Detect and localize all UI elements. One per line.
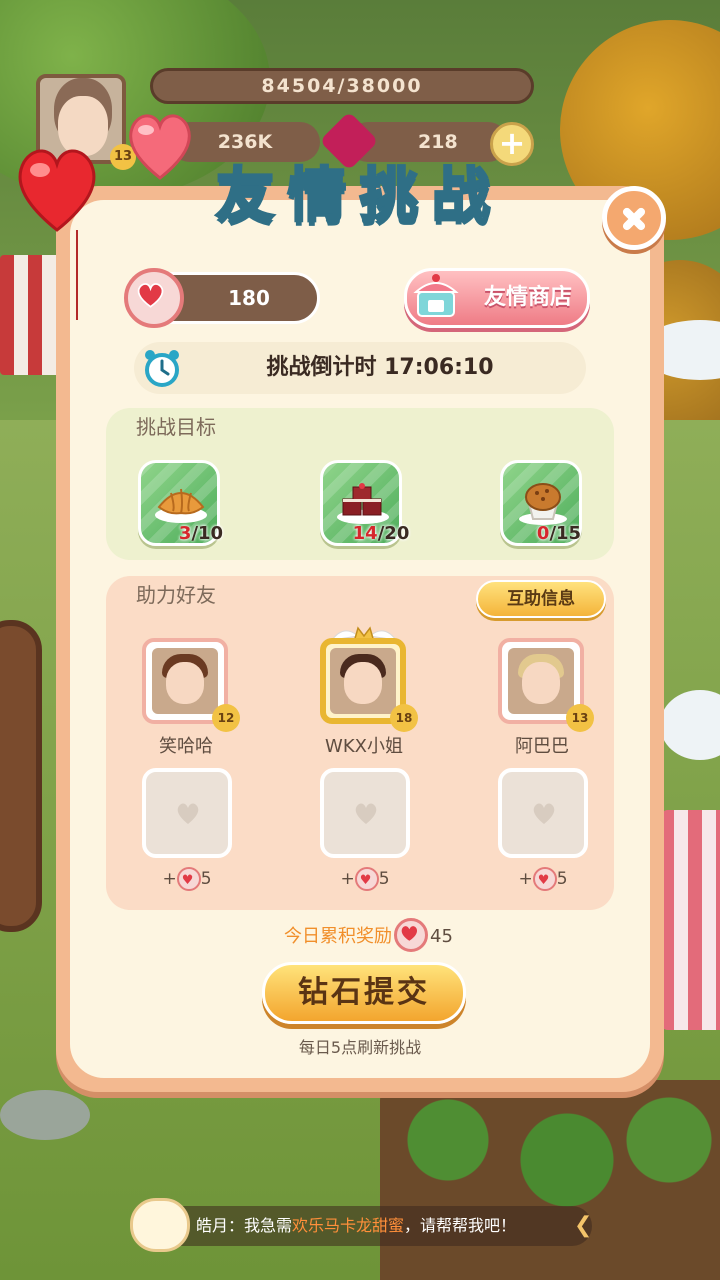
chat-message: 皓月：我急需欢乐马卡龙甜蜜，请帮帮我吧！ xyxy=(196,1216,517,1235)
heart-icon xyxy=(124,268,184,328)
countdown-text: 挑战倒计时 17:06:10 xyxy=(266,355,494,380)
heart-balloon-icon xyxy=(18,149,96,232)
diamond-submit-button[interactable]: 钻石提交 xyxy=(262,962,466,1024)
chevron-left-icon[interactable]: ❮ xyxy=(574,1214,592,1238)
friend-portrait xyxy=(508,648,574,714)
refresh-note: 每日5点刷新挑战 xyxy=(298,1038,422,1057)
friend-name: WKX小姐 xyxy=(325,736,403,757)
friend-portrait xyxy=(330,648,396,714)
helpers-title: 助力好友 xyxy=(136,583,216,607)
slot-reward: +5 xyxy=(142,866,232,894)
friend-level-badge: 13 xyxy=(566,704,594,732)
background-mirror xyxy=(0,620,42,932)
goal-progress: 14/20 xyxy=(352,523,410,544)
heart-counter-value: 180 xyxy=(228,286,270,310)
empty-friend-slot[interactable] xyxy=(498,768,588,858)
goals-title: 挑战目标 xyxy=(136,415,216,439)
heart-icon xyxy=(176,867,201,894)
heart-icon xyxy=(532,867,557,894)
dialog-title: 友情挑战 xyxy=(214,160,504,231)
friend-name: 阿巴巴 xyxy=(515,736,569,757)
chat-bubble-icon[interactable] xyxy=(130,1198,190,1252)
shop-button-label: 友情商店 xyxy=(483,285,572,310)
shop-icon xyxy=(413,274,459,317)
experience-bar: 84504/38000 xyxy=(150,68,534,104)
goal-progress: 3/10 xyxy=(178,523,224,544)
daily-total-label: 今日累积奖励 xyxy=(284,926,392,947)
balloon-string xyxy=(76,230,82,320)
heart-icon xyxy=(354,867,379,894)
slot-reward: +5 xyxy=(498,866,588,894)
daily-total-value: 45 xyxy=(430,926,453,947)
background-rock xyxy=(0,1090,90,1140)
friend-level-badge: 18 xyxy=(390,704,418,732)
friend-level-badge: 12 xyxy=(212,704,240,732)
alarm-clock-icon xyxy=(145,350,179,387)
empty-friend-slot[interactable] xyxy=(142,768,232,858)
heart-placeholder-icon xyxy=(533,803,555,824)
close-button[interactable] xyxy=(602,186,666,250)
empty-friend-slot[interactable] xyxy=(320,768,410,858)
background-cart xyxy=(660,810,720,1030)
slot-reward: +5 xyxy=(320,866,410,894)
friend-name: 笑哈哈 xyxy=(159,736,213,757)
background-crop-field xyxy=(380,1080,720,1280)
friend-portrait xyxy=(152,648,218,714)
goal-progress: 0/15 xyxy=(536,523,582,544)
heart-icon xyxy=(394,918,428,952)
mutual-help-info-button[interactable]: 互助信息 xyxy=(476,580,606,618)
heart-placeholder-icon xyxy=(177,803,199,824)
heart-placeholder-icon xyxy=(355,803,377,824)
